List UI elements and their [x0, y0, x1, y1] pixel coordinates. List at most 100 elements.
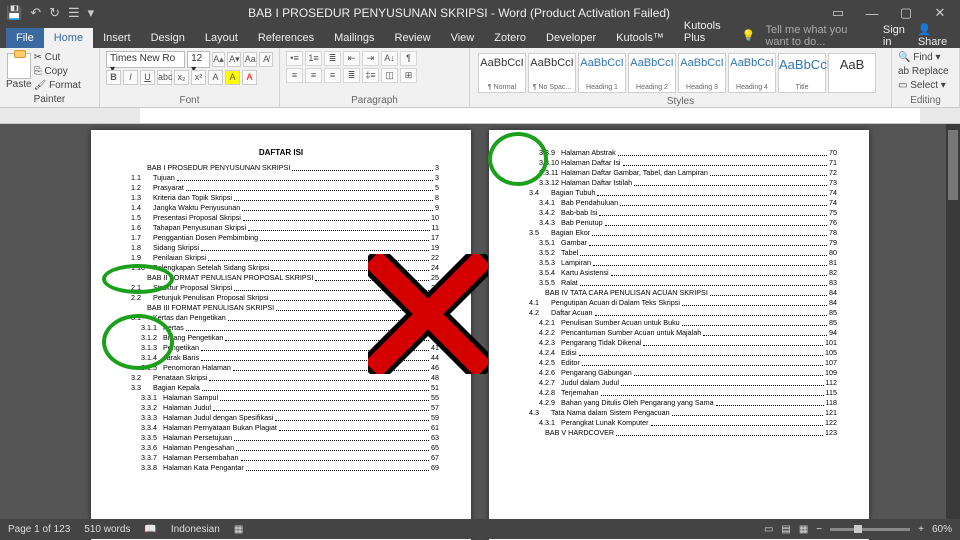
bold-button[interactable]: B: [106, 70, 121, 85]
zoom-out-button[interactable]: −: [816, 524, 822, 535]
paste-button[interactable]: Paste: [6, 51, 32, 107]
toc-line: 1.5Presentasi Proposal Skripsi10: [123, 213, 439, 223]
tab-kutools[interactable]: Kutools™: [606, 28, 674, 48]
toc-line: BAB IV TATA CARA PENULISAN ACUAN SKRIPSI…: [521, 288, 837, 298]
web-layout-icon[interactable]: ▦: [799, 524, 808, 535]
tab-developer[interactable]: Developer: [536, 28, 606, 48]
clear-formatting-button[interactable]: A̸: [259, 52, 273, 67]
toc-line: 3.5Bagian Ekor78: [521, 228, 837, 238]
close-icon[interactable]: ✕: [926, 5, 954, 21]
text-effects-button[interactable]: A: [208, 70, 223, 85]
tab-references[interactable]: References: [248, 28, 324, 48]
multilevel-button[interactable]: ≣: [324, 51, 341, 66]
borders-button[interactable]: ⊞: [400, 68, 417, 83]
justify-button[interactable]: ≣: [343, 68, 360, 83]
italic-button[interactable]: I: [123, 70, 138, 85]
undo-icon[interactable]: ↶: [30, 5, 41, 21]
strikethrough-button[interactable]: abc: [157, 70, 172, 85]
sign-in-link[interactable]: Sign in: [883, 24, 908, 48]
tab-review[interactable]: Review: [385, 28, 441, 48]
find-button[interactable]: 🔍 Find ▾: [898, 51, 953, 65]
highlight-button[interactable]: A: [225, 70, 240, 85]
toc-line: 3.5.5Ralat83: [521, 278, 837, 288]
tab-home[interactable]: Home: [44, 28, 93, 48]
copy-button[interactable]: ⎘ Copy: [34, 65, 93, 79]
redo-icon[interactable]: ↻: [49, 5, 60, 21]
increase-indent-button[interactable]: ⇥: [362, 51, 379, 66]
tab-kutools-plus[interactable]: Kutools Plus: [674, 16, 742, 48]
tab-insert[interactable]: Insert: [93, 28, 141, 48]
style-card[interactable]: AaBbCcDTitle: [778, 53, 826, 93]
read-mode-icon[interactable]: ▭: [764, 524, 773, 535]
superscript-button[interactable]: x²: [191, 70, 206, 85]
minimize-icon[interactable]: —: [858, 6, 886, 21]
toc-line: 4.2.1Penulisan Sumber Acuan untuk Buku85: [521, 318, 837, 328]
tab-mailings[interactable]: Mailings: [324, 28, 384, 48]
align-left-button[interactable]: ≡: [286, 68, 303, 83]
page-right[interactable]: 3.3.9Halaman Abstrak703.3.10Halaman Daft…: [489, 130, 869, 540]
save-icon[interactable]: 💾: [6, 5, 22, 21]
format-painter-button[interactable]: 🖌 Format Painter: [34, 79, 93, 107]
shrink-font-button[interactable]: A▾: [227, 52, 241, 67]
zoom-in-button[interactable]: +: [918, 524, 924, 535]
bullets-button[interactable]: •≡: [286, 51, 303, 66]
print-layout-icon[interactable]: ▤: [781, 524, 790, 535]
ribbon-tabs: File Home Insert Design Layout Reference…: [0, 26, 960, 48]
toc-line: 3.2Penataan Skripsi48: [123, 373, 439, 383]
style-card[interactable]: AaB: [828, 53, 876, 93]
replace-button[interactable]: ab Replace: [898, 65, 953, 79]
ribbon-options-icon[interactable]: ▭: [824, 5, 852, 21]
style-card[interactable]: AaBbCcI¶ No Spac...: [528, 53, 576, 93]
tab-zotero[interactable]: Zotero: [484, 28, 536, 48]
select-button[interactable]: ▭ Select ▾: [898, 79, 953, 93]
zoom-slider[interactable]: [830, 528, 910, 531]
zoom-level[interactable]: 60%: [932, 524, 952, 535]
font-name-input[interactable]: Times New Ro ▾: [106, 51, 185, 68]
align-right-button[interactable]: ≡: [324, 68, 341, 83]
show-marks-button[interactable]: ¶: [400, 51, 417, 66]
toc-line: 4.2.6Pengarang Gabungan109: [521, 368, 837, 378]
tell-me-input[interactable]: Tell me what you want to do...: [765, 24, 872, 48]
toc-line: 3.4.2Bab-bab Isi75: [521, 208, 837, 218]
horizontal-ruler[interactable]: [0, 108, 960, 124]
toc-line: 3.3.9Halaman Abstrak70: [521, 148, 837, 158]
style-card[interactable]: AaBbCcIHeading 2: [628, 53, 676, 93]
toc-line: 4.2.8Terjemahan115: [521, 388, 837, 398]
spell-check-icon[interactable]: 📖: [144, 524, 156, 535]
toc-line: 3.3.2Halaman Judul57: [123, 403, 439, 413]
toc-line: 3.4.1Bab Pendahuluan74: [521, 198, 837, 208]
shading-button[interactable]: ◫: [381, 68, 398, 83]
share-button[interactable]: 👤 Share: [918, 23, 952, 48]
font-size-input[interactable]: 12 ▾: [187, 51, 210, 68]
sort-button[interactable]: A↓: [381, 51, 398, 66]
touch-icon[interactable]: ☰: [68, 5, 80, 21]
page-number-status[interactable]: Page 1 of 123: [8, 524, 70, 535]
subscript-button[interactable]: x₂: [174, 70, 189, 85]
toc-line: 1.6Tahapan Penyusunan Skripsi11: [123, 223, 439, 233]
style-card[interactable]: AaBbCcIHeading 3: [678, 53, 726, 93]
change-case-button[interactable]: Aa: [243, 52, 257, 67]
maximize-icon[interactable]: ▢: [892, 5, 920, 21]
align-center-button[interactable]: ≡: [305, 68, 322, 83]
toc-line: 4.2Daftar Acuan85: [521, 308, 837, 318]
styles-gallery[interactable]: AaBbCcI¶ NormalAaBbCcI¶ No Spac...AaBbCc…: [476, 51, 885, 95]
numbering-button[interactable]: 1≡: [305, 51, 322, 66]
underline-button[interactable]: U: [140, 70, 155, 85]
decrease-indent-button[interactable]: ⇤: [343, 51, 360, 66]
document-workspace: DAFTAR ISI BAB I PROSEDUR PENYUSUNAN SKR…: [0, 124, 960, 519]
style-card[interactable]: AaBbCcIHeading 1: [578, 53, 626, 93]
tab-design[interactable]: Design: [141, 28, 195, 48]
grow-font-button[interactable]: A▴: [212, 52, 226, 67]
vertical-scrollbar[interactable]: [946, 124, 960, 519]
tab-file[interactable]: File: [6, 28, 44, 48]
style-card[interactable]: AaBbCcI¶ Normal: [478, 53, 526, 93]
style-card[interactable]: AaBbCcIHeading 4: [728, 53, 776, 93]
macro-status-icon[interactable]: ▦: [234, 524, 243, 535]
tab-view[interactable]: View: [441, 28, 485, 48]
cut-button[interactable]: ✂ Cut: [34, 51, 93, 65]
font-color-button[interactable]: A: [242, 70, 257, 85]
language-status[interactable]: Indonesian: [171, 524, 220, 535]
word-count-status[interactable]: 510 words: [84, 524, 130, 535]
line-spacing-button[interactable]: ‡≡: [362, 68, 379, 83]
tab-layout[interactable]: Layout: [195, 28, 248, 48]
